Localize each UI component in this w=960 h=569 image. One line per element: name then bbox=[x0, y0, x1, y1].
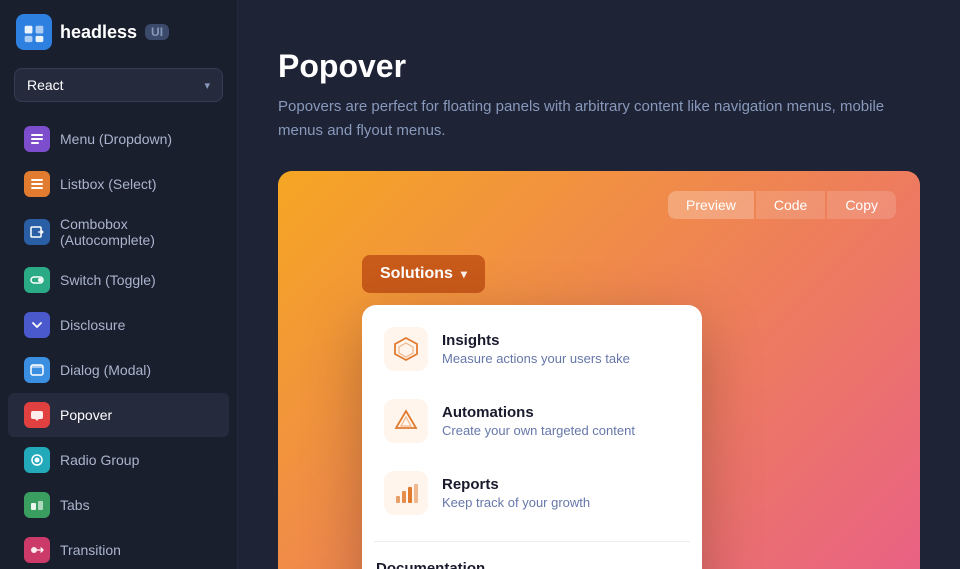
page-title: Popover bbox=[278, 48, 920, 85]
chevron-down-icon: ▾ bbox=[461, 267, 467, 281]
popover-item-automations[interactable]: Automations Create your own targeted con… bbox=[372, 387, 692, 455]
logo: headless UI bbox=[0, 14, 237, 68]
preview-button[interactable]: Preview bbox=[668, 191, 754, 219]
sidebar-item-label: Radio Group bbox=[60, 452, 139, 468]
transition-icon bbox=[24, 537, 50, 563]
solutions-button[interactable]: Solutions ▾ bbox=[362, 255, 485, 293]
demo-toolbar: Preview Code Copy bbox=[302, 191, 896, 219]
sidebar-item-combobox[interactable]: Combobox (Autocomplete) bbox=[8, 207, 229, 257]
demo-preview-area: Solutions ▾ Insights Meas bbox=[302, 239, 896, 569]
code-button[interactable]: Code bbox=[756, 191, 825, 219]
popover-divider bbox=[374, 541, 690, 542]
reports-desc: Keep track of your growth bbox=[442, 495, 590, 510]
automations-title: Automations bbox=[442, 404, 635, 421]
solutions-button-label: Solutions bbox=[380, 265, 453, 283]
sidebar: headless UI React Vue Angular ▾ Menu (Dr… bbox=[0, 0, 238, 569]
logo-text: headless bbox=[60, 22, 137, 43]
chevron-down-icon: ▾ bbox=[204, 79, 210, 92]
sidebar-item-label: Tabs bbox=[60, 497, 90, 513]
popover-item-insights[interactable]: Insights Measure actions your users take bbox=[372, 315, 692, 383]
copy-button[interactable]: Copy bbox=[827, 191, 896, 219]
sidebar-item-switch[interactable]: Switch (Toggle) bbox=[8, 258, 229, 302]
reports-icon bbox=[384, 471, 428, 515]
reports-title: Reports bbox=[442, 476, 590, 493]
main-content: Popover Popovers are perfect for floatin… bbox=[238, 0, 960, 569]
framework-select-wrapper[interactable]: React Vue Angular ▾ bbox=[14, 68, 223, 102]
sidebar-item-label: Dialog (Modal) bbox=[60, 362, 151, 378]
popover-panel: Insights Measure actions your users take bbox=[362, 305, 702, 569]
sidebar-item-label: Transition bbox=[60, 542, 121, 558]
automations-icon bbox=[384, 399, 428, 443]
insights-text: Insights Measure actions your users take bbox=[442, 332, 630, 366]
insights-icon bbox=[384, 327, 428, 371]
page-description: Popovers are perfect for floating panels… bbox=[278, 95, 920, 143]
disclosure-icon bbox=[24, 312, 50, 338]
sidebar-item-tabs[interactable]: Tabs bbox=[8, 483, 229, 527]
sidebar-item-label: Menu (Dropdown) bbox=[60, 131, 172, 147]
documentation-text: Documentation Start integrating products… bbox=[376, 560, 578, 569]
popover-footer-item[interactable]: Documentation Start integrating products… bbox=[362, 546, 702, 569]
nav-list: Menu (Dropdown) Listbox (Select) Combobo… bbox=[0, 116, 237, 569]
logo-badge: UI bbox=[145, 24, 169, 40]
radio-group-icon bbox=[24, 447, 50, 473]
tabs-icon bbox=[24, 492, 50, 518]
popover-icon bbox=[24, 402, 50, 428]
logo-icon bbox=[16, 14, 52, 50]
sidebar-item-label: Combobox (Autocomplete) bbox=[60, 216, 213, 248]
sidebar-item-transition[interactable]: Transition bbox=[8, 528, 229, 569]
menu-dropdown-icon bbox=[24, 126, 50, 152]
demo-container: Preview Code Copy Solutions ▾ bbox=[278, 171, 920, 569]
popover-items-list: Insights Measure actions your users take bbox=[362, 305, 702, 537]
sidebar-item-popover[interactable]: Popover bbox=[8, 393, 229, 437]
sidebar-item-menu-dropdown[interactable]: Menu (Dropdown) bbox=[8, 117, 229, 161]
switch-icon bbox=[24, 267, 50, 293]
sidebar-item-listbox[interactable]: Listbox (Select) bbox=[8, 162, 229, 206]
sidebar-item-dialog[interactable]: Dialog (Modal) bbox=[8, 348, 229, 392]
automations-desc: Create your own targeted content bbox=[442, 423, 635, 438]
reports-text: Reports Keep track of your growth bbox=[442, 476, 590, 510]
sidebar-item-label: Listbox (Select) bbox=[60, 176, 156, 192]
sidebar-item-label: Switch (Toggle) bbox=[60, 272, 156, 288]
combobox-icon bbox=[24, 219, 50, 245]
sidebar-item-label: Disclosure bbox=[60, 317, 125, 333]
automations-text: Automations Create your own targeted con… bbox=[442, 404, 635, 438]
popover-item-reports[interactable]: Reports Keep track of your growth bbox=[372, 459, 692, 527]
sidebar-item-label: Popover bbox=[60, 407, 112, 423]
insights-title: Insights bbox=[442, 332, 630, 349]
sidebar-item-radio-group[interactable]: Radio Group bbox=[8, 438, 229, 482]
insights-desc: Measure actions your users take bbox=[442, 351, 630, 366]
documentation-title: Documentation bbox=[376, 560, 578, 569]
sidebar-item-disclosure[interactable]: Disclosure bbox=[8, 303, 229, 347]
dialog-icon bbox=[24, 357, 50, 383]
framework-dropdown[interactable]: React Vue Angular bbox=[27, 77, 204, 93]
listbox-icon bbox=[24, 171, 50, 197]
